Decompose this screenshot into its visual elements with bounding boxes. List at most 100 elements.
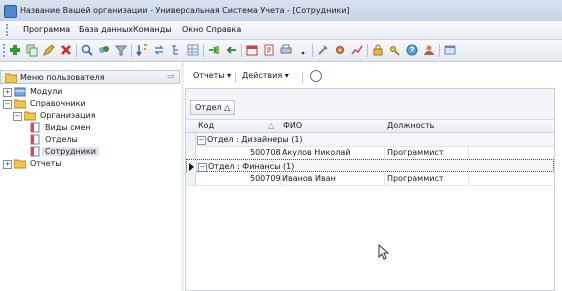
tools-icon[interactable]: [316, 43, 330, 57]
actions-dropdown[interactable]: Действия ▾: [242, 71, 289, 80]
row-indicator[interactable]: [186, 172, 196, 185]
app-icon: [4, 5, 17, 18]
cell-position[interactable]: Программист: [387, 174, 444, 183]
edit-icon[interactable]: [42, 43, 56, 57]
menu-database[interactable]: База данных: [79, 25, 133, 34]
collapse-icon[interactable]: −: [3, 100, 12, 109]
help-icon[interactable]: [405, 43, 419, 57]
row-indicator[interactable]: [186, 133, 196, 146]
modules-icon: [14, 87, 26, 97]
group-label: Отдел : Финансы (1): [208, 162, 295, 171]
toolbar-separator: [241, 44, 242, 57]
document-icon[interactable]: [262, 43, 276, 57]
expand-icon[interactable]: +: [3, 160, 12, 169]
copy-icon[interactable]: [25, 43, 39, 57]
cell-fio[interactable]: Акулов Николай: [282, 148, 350, 157]
panel-toolbar: Отчеты ▾ Действия ▾: [185, 70, 562, 84]
expand-icon[interactable]: +: [3, 88, 12, 97]
grid-line: [280, 172, 281, 185]
column-header-position[interactable]: Должность: [387, 121, 434, 130]
menu-window[interactable]: Окно: [182, 25, 203, 34]
window-icon[interactable]: [443, 43, 457, 57]
toolbar-separator: [76, 44, 77, 57]
tree-item-label: Справочники: [30, 99, 86, 108]
grid-line: [468, 172, 469, 185]
folder-icon: [14, 159, 26, 169]
group-by-panel: Отдел △: [186, 89, 554, 120]
export-icon[interactable]: [207, 43, 221, 57]
tree-item-label: Отделы: [45, 135, 78, 144]
employees-panel: Отчеты ▾ Действия ▾ Отдел △ Код △ ФИО До…: [185, 62, 562, 291]
tree-icon[interactable]: [169, 43, 183, 57]
toolbar-separator: [131, 44, 132, 57]
column-headers: Код △ ФИО Должность: [186, 120, 554, 133]
clock-icon[interactable]: [310, 70, 322, 82]
user-menu-panel: Меню пользователя ⫤ + Модули − Справочники −…: [0, 70, 180, 291]
collapse-icon[interactable]: −: [197, 136, 206, 145]
refresh-icon[interactable]: [152, 43, 166, 57]
cell-code[interactable]: 500708: [250, 148, 281, 157]
column-header-code[interactable]: Код: [198, 121, 214, 130]
row-indicator[interactable]: [186, 146, 196, 159]
filter-icon[interactable]: [97, 43, 111, 57]
main-toolbar: [0, 40, 562, 62]
menu-commands[interactable]: Команды: [133, 25, 172, 34]
tree-item-label: Отчеты: [30, 159, 62, 168]
toolbar-separator: [203, 44, 204, 57]
group-by-department-chip[interactable]: Отдел △: [190, 100, 236, 115]
user-menu-header: Меню пользователя ⫤: [0, 70, 180, 84]
grid-line: [384, 172, 385, 185]
group-row[interactable]: − Отдел : Дизайнеры (1): [186, 133, 554, 147]
lock-icon[interactable]: [371, 43, 385, 57]
grid-line: [384, 146, 385, 159]
document-icon: [30, 146, 40, 157]
table-row[interactable]: 500709 Иванов Иван Программист: [186, 172, 554, 186]
funnel-icon[interactable]: [114, 43, 128, 57]
sort-indicator-icon: △: [268, 121, 275, 130]
cell-position[interactable]: Программист: [387, 148, 444, 157]
dropdown-arrow-icon[interactable]: [296, 43, 310, 57]
toolbar-separator: [302, 72, 303, 83]
column-header-fio[interactable]: ФИО: [283, 121, 302, 130]
group-label: Отдел : Дизайнеры (1): [207, 135, 303, 144]
toolbar-separator: [439, 44, 440, 57]
add-icon[interactable]: [8, 43, 22, 57]
cell-fio[interactable]: Иванов Иван: [282, 174, 336, 183]
collapse-icon[interactable]: −: [13, 112, 22, 121]
group-row[interactable]: − Отдел : Финансы (1): [186, 159, 554, 173]
folder-icon: [14, 99, 26, 109]
menu-grip-icon[interactable]: [6, 24, 12, 36]
table-row[interactable]: 500708 Акулов Николай Программист: [186, 146, 554, 160]
title-bar: Название Вашей организации - Универсальн…: [0, 0, 562, 22]
collapse-icon[interactable]: −: [198, 163, 207, 172]
toolbar-separator: [235, 72, 236, 83]
sort-icon[interactable]: [135, 43, 149, 57]
reports-dropdown[interactable]: Отчеты ▾: [193, 71, 231, 80]
print-icon[interactable]: [279, 43, 293, 57]
menu-bar: Программа База данных Команды Окно Справ…: [0, 21, 562, 40]
calendar-icon[interactable]: [245, 43, 259, 57]
grid-icon[interactable]: [186, 43, 200, 57]
toolbar-separator: [312, 44, 313, 57]
pin-icon[interactable]: ⫤: [167, 72, 174, 82]
current-row-arrow-icon: [189, 163, 194, 171]
import-icon[interactable]: [224, 43, 238, 57]
document-icon: [30, 122, 40, 133]
grid-line: [280, 146, 281, 159]
document-icon: [30, 134, 40, 145]
panel-splitter[interactable]: [181, 62, 184, 291]
toolbar-separator: [367, 44, 368, 57]
user-icon[interactable]: [422, 43, 436, 57]
delete-icon[interactable]: [59, 43, 73, 57]
search-icon[interactable]: [80, 43, 94, 57]
key-icon[interactable]: [388, 43, 402, 57]
cell-code[interactable]: 500709: [250, 174, 281, 183]
folder-icon: [24, 111, 36, 121]
grid-line: [468, 146, 469, 159]
tree-item-label: Сотрудники: [42, 147, 99, 156]
employees-grid: Отдел △ Код △ ФИО Должность − Отдел : Диз…: [185, 88, 555, 291]
chart-icon[interactable]: [350, 43, 364, 57]
menu-help[interactable]: Справка: [206, 25, 241, 34]
menu-program[interactable]: Программа: [23, 25, 70, 34]
settings-icon[interactable]: [333, 43, 347, 57]
